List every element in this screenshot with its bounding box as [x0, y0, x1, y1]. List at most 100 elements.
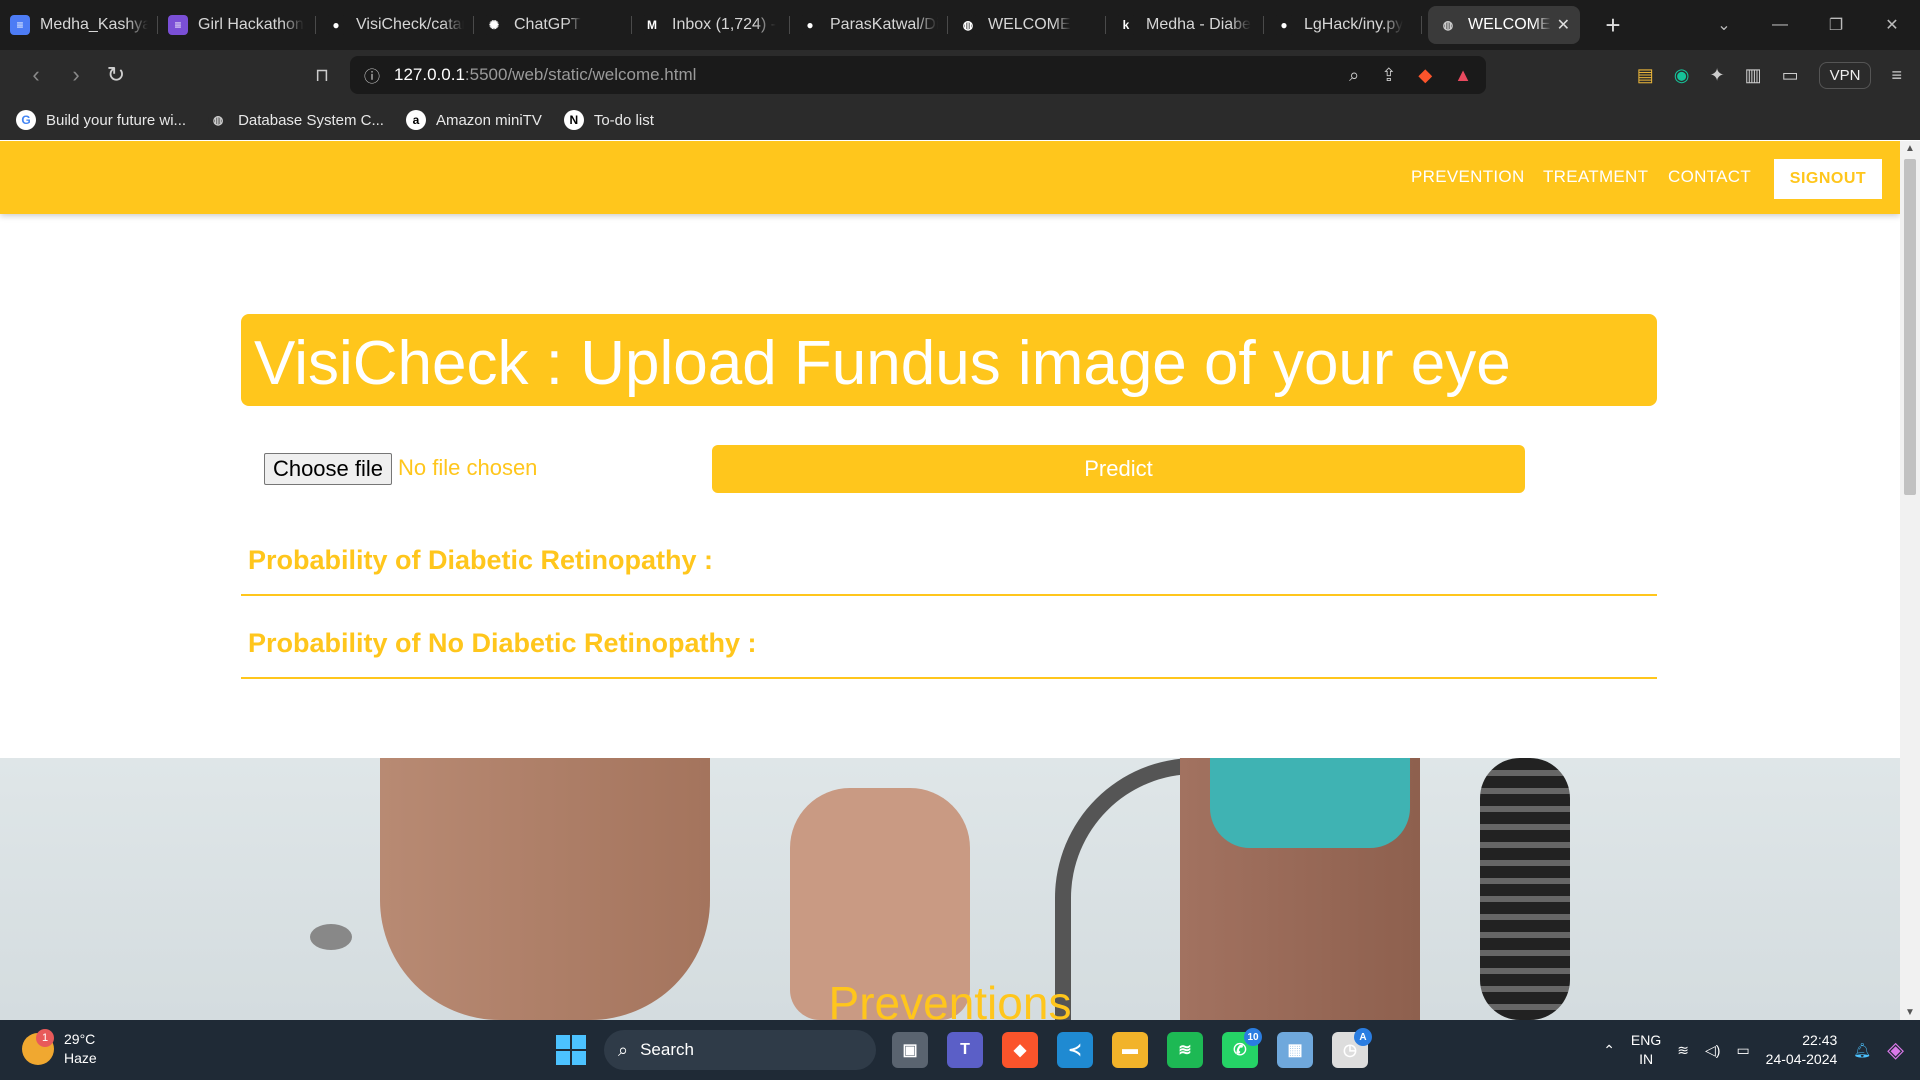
- page-viewport: PREVENTION TREATMENT CONTACT SIGNOUT Vis…: [0, 141, 1900, 1020]
- weather-description: Haze: [64, 1050, 97, 1066]
- bookmark-item[interactable]: N To-do list: [563, 110, 654, 130]
- nav-treatment-link[interactable]: TREATMENT: [1543, 167, 1648, 187]
- bookmarks-bar: G Build your future wi... ◍ Database System…: [0, 100, 1920, 140]
- brave-shields-icon[interactable]: ◆: [1418, 65, 1432, 86]
- close-tab-icon[interactable]: ✕: [1557, 15, 1570, 35]
- bookmark-item[interactable]: G Build your future wi...: [16, 110, 186, 130]
- windows-start-icon[interactable]: [556, 1035, 586, 1065]
- tab-label: Medha_Kashyap: [40, 16, 148, 33]
- bookmark-item[interactable]: a Amazon miniTV: [405, 110, 542, 130]
- url-bar[interactable]: ⓘ 127.0.0.1:5500/web/static/welcome.html…: [350, 56, 1486, 94]
- vpn-button[interactable]: VPN: [1818, 61, 1872, 89]
- search-label: Search: [640, 1040, 694, 1059]
- close-window-button[interactable]: ✕: [1864, 15, 1920, 35]
- minimize-button[interactable]: —: [1752, 16, 1808, 34]
- restore-button[interactable]: ❐: [1808, 15, 1864, 35]
- bookmark-icon[interactable]: ⊓: [302, 55, 342, 95]
- github-icon: ●: [800, 15, 820, 35]
- notion-icon: N: [563, 110, 584, 130]
- scroll-down-icon[interactable]: ▼: [1900, 1007, 1920, 1018]
- volume-icon[interactable]: ◁): [1705, 1042, 1720, 1059]
- weather-temperature: 29°C: [64, 1031, 96, 1047]
- tab-label: LgHack/iny.py: [1304, 16, 1404, 33]
- copilot-icon[interactable]: ◈: [1887, 1037, 1904, 1063]
- tab-label: Medha - Diabe: [1146, 16, 1251, 33]
- site-info-icon[interactable]: ⓘ: [364, 63, 380, 87]
- signout-button[interactable]: SIGNOUT: [1774, 159, 1882, 199]
- grammarly-icon[interactable]: ◉: [1674, 65, 1690, 86]
- clock-time: 22:43: [1802, 1032, 1838, 1048]
- clipboard-extension-icon[interactable]: ▤: [1637, 65, 1654, 86]
- bookmark-label: Database System C...: [238, 111, 384, 129]
- zoom-icon[interactable]: ⌕: [1349, 65, 1359, 86]
- tray-overflow-icon[interactable]: ⌃: [1603, 1042, 1615, 1059]
- stethoscope-head-shape: [310, 924, 352, 950]
- kaggle-icon: k: [1116, 15, 1136, 35]
- wifi-icon[interactable]: ≋: [1677, 1042, 1689, 1059]
- browser-tab[interactable]: ≡ Medha_Kashyap: [0, 6, 158, 44]
- browser-tab[interactable]: ● ParasKatwal/Di: [790, 6, 948, 44]
- weather-widget[interactable]: 1 29°C Haze: [22, 1029, 97, 1068]
- nav-contact-link[interactable]: CONTACT: [1668, 167, 1751, 187]
- tab-search-icon[interactable]: ⌄: [1696, 15, 1752, 35]
- task-view-icon[interactable]: ▣: [892, 1032, 928, 1068]
- system-tray: ⌃ ENG IN ≋ ◁) ▭ 22:43 24-04-2024 🔔︎ ◈: [1603, 1028, 1904, 1072]
- forms-icon: ≡: [168, 15, 188, 35]
- browser-tab[interactable]: ◍ WELCOME: [948, 6, 1106, 44]
- forward-button[interactable]: ›: [56, 55, 96, 95]
- nav-prevention-link[interactable]: PREVENTION: [1411, 167, 1525, 187]
- back-button[interactable]: ‹: [16, 55, 56, 95]
- sidebar-icon[interactable]: ▥: [1745, 65, 1762, 86]
- browser-tab[interactable]: M Inbox (1,724) -: [632, 6, 790, 44]
- scroll-up-icon[interactable]: ▲: [1900, 143, 1920, 154]
- battery-icon[interactable]: ▭: [1736, 1042, 1749, 1059]
- whatsapp-icon[interactable]: ✆ 10: [1222, 1028, 1262, 1068]
- choose-file-button[interactable]: Choose file: [264, 453, 392, 485]
- taskbar-apps: ▣ T ◆ ≺ ▬ ≋ ✆ 10 ▦ ◷ A: [892, 1028, 1372, 1070]
- clock[interactable]: 22:43 24-04-2024: [1766, 1031, 1838, 1069]
- brave-rewards-icon[interactable]: ▲: [1454, 65, 1472, 86]
- teams-icon[interactable]: T: [947, 1032, 983, 1068]
- wallet-icon[interactable]: ▭: [1782, 65, 1799, 86]
- browser-tab[interactable]: ● VisiCheck/catar: [316, 6, 474, 44]
- weather-badge: 1: [36, 1029, 54, 1047]
- bookmark-item[interactable]: ◍ Database System C...: [208, 110, 384, 130]
- preventions-heading: Preventions: [828, 977, 1072, 1020]
- file-explorer-icon[interactable]: ▬: [1112, 1032, 1148, 1068]
- share-icon[interactable]: ⇪: [1381, 65, 1396, 86]
- region-code: IN: [1639, 1051, 1654, 1067]
- scrollbar-thumb[interactable]: [1904, 159, 1916, 495]
- browser-tab[interactable]: k Medha - Diabe: [1106, 6, 1264, 44]
- reload-button[interactable]: ↻: [96, 55, 136, 95]
- amazon-icon: a: [405, 110, 426, 130]
- browser-tab-active[interactable]: ◍ WELCOME ✕: [1428, 6, 1580, 44]
- notifications-icon[interactable]: 🔔︎: [1853, 1042, 1871, 1059]
- spotify-icon[interactable]: ≋: [1167, 1032, 1203, 1068]
- taskbar-search[interactable]: ⌕ Search: [604, 1030, 876, 1070]
- clock-app-icon[interactable]: ◷ A: [1332, 1028, 1372, 1068]
- windows-taskbar: 1 29°C Haze ⌕ Search ▣ T ◆ ≺ ▬ ≋ ✆ 10 ▦ ◷ A ⌃ ENG …: [0, 1020, 1920, 1080]
- window-controls: ⌄ — ❐ ✕: [1696, 0, 1920, 50]
- browser-tab[interactable]: ✺ ChatGPT: [474, 6, 632, 44]
- photos-icon[interactable]: ▦: [1277, 1032, 1313, 1068]
- tab-label: Girl Hackathon: [198, 16, 304, 33]
- vscode-icon[interactable]: ≺: [1057, 1032, 1093, 1068]
- brave-icon[interactable]: ◆: [1002, 1032, 1038, 1068]
- vpn-label: VPN: [1829, 66, 1861, 84]
- tab-label: Inbox (1,724) -: [672, 16, 777, 33]
- language-indicator[interactable]: ENG IN: [1631, 1031, 1661, 1069]
- browser-tab[interactable]: ≡ Girl Hackathon: [158, 6, 316, 44]
- menu-icon[interactable]: ≡: [1891, 65, 1902, 86]
- browser-tab-strip: ≡ Medha_Kashyap ≡ Girl Hackathon ● VisiCheck/…: [0, 0, 1920, 50]
- docs-icon: ≡: [10, 15, 30, 35]
- extensions-icon[interactable]: ✦: [1710, 65, 1725, 86]
- clock-date: 24-04-2024: [1765, 1051, 1838, 1067]
- app-badge: A: [1354, 1028, 1372, 1046]
- address-toolbar: ‹ › ↻ ⊓ ⓘ 127.0.0.1:5500/web/static/welc…: [0, 50, 1920, 100]
- new-tab-button[interactable]: +: [1598, 10, 1628, 41]
- url-text[interactable]: 127.0.0.1:5500/web/static/welcome.html: [394, 65, 696, 85]
- predict-button[interactable]: Predict: [712, 445, 1525, 493]
- google-icon: G: [16, 110, 36, 130]
- browser-tab[interactable]: ● LgHack/iny.py: [1264, 6, 1422, 44]
- page-scrollbar[interactable]: ▲ ▼: [1900, 141, 1920, 1020]
